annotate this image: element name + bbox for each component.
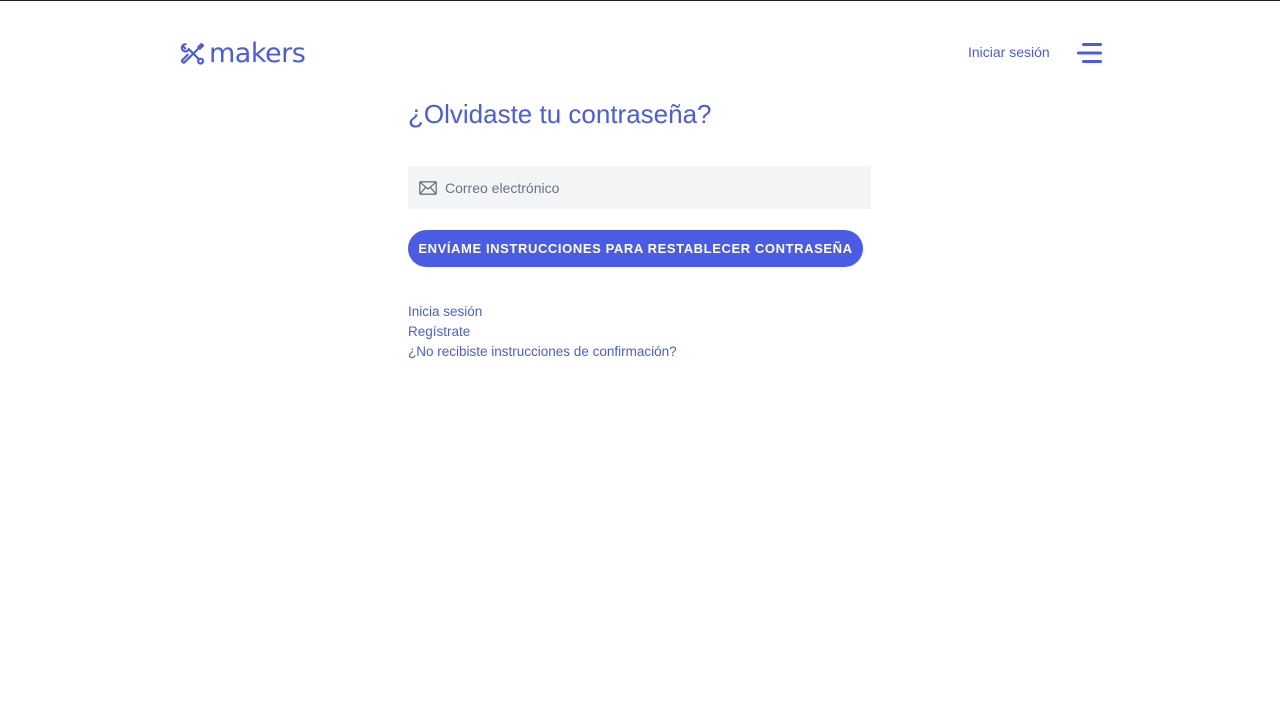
envelope-icon (419, 180, 437, 195)
makers-logo-link[interactable]: makers (180, 37, 306, 71)
resend-confirmation-link[interactable]: ¿No recibiste instrucciones de confirmac… (408, 342, 677, 362)
hamburger-menu-icon (1077, 43, 1102, 63)
header-login-link[interactable]: Iniciar sesión (968, 44, 1050, 60)
email-field[interactable] (408, 166, 871, 209)
auth-links: Inicia sesión Regístrate ¿No recibiste i… (408, 302, 677, 362)
sign-in-link[interactable]: Inicia sesión (408, 302, 677, 322)
hamburger-menu-button[interactable] (1076, 42, 1104, 64)
site-header: makers Iniciar sesión (0, 0, 1280, 100)
page-title: ¿Olvidaste tu contraseña? (408, 99, 712, 129)
email-input[interactable] (445, 179, 845, 196)
send-reset-instructions-button[interactable]: ENVÍAME INSTRUCCIONES PARA RESTABLECER C… (408, 230, 863, 267)
logo-text: makers (209, 38, 306, 69)
wrench-screwdriver-icon (180, 41, 206, 67)
forgot-password-form: ¿Olvidaste tu contraseña? ENVÍAME INSTRU… (408, 96, 872, 359)
sign-up-link[interactable]: Regístrate (408, 322, 677, 342)
